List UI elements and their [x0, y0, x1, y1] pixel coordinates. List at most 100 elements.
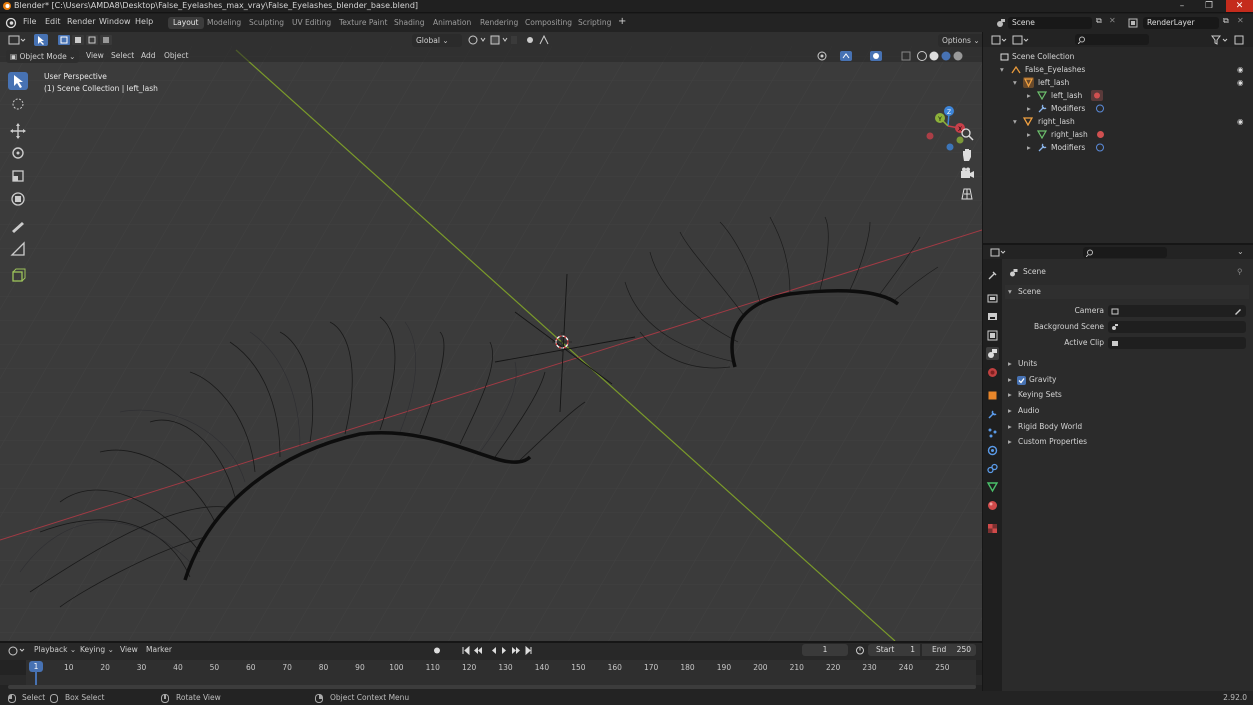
current-frame-field[interactable]: 1 — [802, 644, 848, 656]
tool-rotate[interactable] — [8, 144, 28, 162]
visibility-eye-icon[interactable]: ◉ — [1237, 115, 1244, 128]
stopwatch-icon[interactable] — [855, 645, 865, 655]
outliner-row-right-modifiers[interactable]: ▸ Modifiers — [983, 141, 1253, 154]
tab-sculpting[interactable]: Sculpting — [244, 17, 289, 29]
audio-panel-header[interactable]: ▸ Audio — [1005, 404, 1249, 418]
gravity-panel-header[interactable]: ▸ Gravity — [1005, 373, 1249, 387]
close-button[interactable]: ✕ — [1226, 0, 1253, 12]
snapping-proportional-icons[interactable] — [467, 35, 557, 45]
outliner-search-input[interactable] — [1075, 34, 1149, 45]
viewport-menu-view[interactable]: View — [86, 49, 104, 63]
tool-select-box[interactable] — [8, 72, 28, 90]
tab-animation[interactable]: Animation — [428, 17, 476, 29]
properties-search-input[interactable] — [1083, 247, 1167, 258]
physics-tab-icon[interactable] — [986, 444, 999, 457]
editor-type-icon[interactable] — [8, 35, 26, 45]
tool-measure[interactable] — [8, 240, 28, 258]
data-tab-icon[interactable] — [986, 481, 999, 494]
menu-render[interactable]: Render — [67, 17, 95, 26]
camera-field[interactable] — [1108, 305, 1246, 317]
viewport-menu-select[interactable]: Select — [111, 49, 134, 63]
tab-modeling[interactable]: Modeling — [202, 17, 246, 29]
minimize-button[interactable]: – — [1172, 0, 1192, 12]
scene-panel-header[interactable]: ▾ Scene — [1005, 285, 1249, 299]
perspective-grid-icon[interactable] — [959, 186, 975, 202]
playback-controls[interactable] — [430, 645, 540, 656]
tool-tab-icon[interactable] — [986, 269, 999, 282]
menu-help[interactable]: Help — [135, 17, 153, 26]
world-tab-icon[interactable] — [986, 366, 999, 379]
end-frame-field[interactable]: End 250 — [922, 644, 976, 656]
filter-icon[interactable] — [1211, 35, 1245, 45]
properties-options-arrow-icon[interactable]: ⌄ — [1237, 247, 1244, 256]
3d-viewport[interactable]: Z Y X Global ⌄ Options ⌄ ▣ Object Mode ⌄… — [0, 32, 982, 641]
modifier-tab-icon[interactable] — [986, 408, 999, 421]
pan-hand-icon[interactable] — [959, 146, 975, 162]
start-frame-field[interactable]: Start 1 — [868, 644, 920, 656]
outliner-row-right-lash-mesh[interactable]: ▸ right_lash — [983, 128, 1253, 141]
orientation-dropdown[interactable]: Global ⌄ — [412, 34, 462, 47]
keying-sets-panel-header[interactable]: ▸ Keying Sets — [1005, 388, 1249, 402]
playhead-frame-label[interactable]: 1 — [29, 661, 43, 672]
tab-texture-paint[interactable]: Texture Paint — [334, 17, 392, 29]
viewport-shading-controls[interactable] — [816, 50, 976, 62]
timeline-editor-icon[interactable] — [8, 646, 26, 656]
tool-add-cube[interactable] — [8, 266, 28, 284]
object-tab-icon[interactable] — [986, 389, 999, 402]
custom-properties-panel-header[interactable]: ▸ Custom Properties — [1005, 435, 1249, 449]
properties-editor-icon[interactable] — [990, 248, 1008, 257]
constraints-tab-icon[interactable] — [986, 462, 999, 475]
outliner-row-right-lash[interactable]: ▾ right_lash ◉ — [983, 115, 1253, 128]
maximize-button[interactable]: ❐ — [1199, 0, 1219, 12]
timeline-menu-view[interactable]: View — [120, 643, 138, 657]
tool-move[interactable] — [8, 122, 28, 140]
visibility-eye-icon[interactable]: ◉ — [1237, 63, 1244, 76]
visibility-eye-icon[interactable]: ◉ — [1237, 76, 1244, 89]
timeline-scrollbar[interactable] — [8, 685, 976, 689]
delete-scene-button[interactable]: ✕ — [1109, 16, 1116, 25]
tool-transform[interactable] — [8, 190, 28, 208]
expand-arrow-icon[interactable]: ▸ — [1027, 141, 1031, 154]
viewport-canvas[interactable]: Z Y X — [0, 32, 982, 641]
new-view-layer-button[interactable]: ⧉ — [1223, 16, 1229, 26]
tab-shading[interactable]: Shading — [389, 17, 429, 29]
mode-dropdown[interactable]: ▣ Object Mode ⌄ — [6, 50, 80, 63]
units-panel-header[interactable]: ▸ Units — [1005, 357, 1249, 371]
expand-arrow-icon[interactable]: ▸ — [1027, 128, 1031, 141]
add-workspace-button[interactable]: + — [618, 16, 626, 27]
viewport-menu-add[interactable]: Add — [141, 49, 156, 63]
outliner-row-left-lash[interactable]: ▾ left_lash ◉ — [983, 76, 1253, 89]
particles-tab-icon[interactable] — [986, 426, 999, 439]
zoom-icon[interactable] — [959, 126, 975, 142]
view-layer-tab-icon[interactable] — [986, 329, 999, 342]
output-tab-icon[interactable] — [986, 310, 999, 323]
background-scene-field[interactable] — [1108, 321, 1246, 333]
tab-rendering[interactable]: Rendering — [475, 17, 523, 29]
camera-view-icon[interactable] — [959, 166, 975, 182]
tab-compositing[interactable]: Compositing — [520, 17, 577, 29]
tab-layout[interactable]: Layout — [168, 17, 204, 29]
material-tab-icon[interactable] — [986, 499, 999, 512]
outliner-row-left-lash-mesh[interactable]: ▸ left_lash — [983, 89, 1253, 102]
expand-arrow-icon[interactable]: ▾ — [1013, 115, 1017, 128]
menu-window[interactable]: Window — [99, 17, 131, 26]
texture-tab-icon[interactable] — [986, 522, 999, 535]
menu-file[interactable]: File — [23, 17, 36, 26]
tool-annotate[interactable] — [8, 217, 28, 235]
timeline-menu-keying[interactable]: Keying ⌄ — [80, 643, 114, 657]
expand-arrow-icon[interactable]: ▾ — [1013, 76, 1017, 89]
expand-arrow-icon[interactable]: ▸ — [1027, 102, 1031, 115]
timeline-menu-marker[interactable]: Marker — [146, 643, 172, 657]
gravity-checkbox[interactable] — [1017, 376, 1026, 385]
tab-uv-editing[interactable]: UV Editing — [287, 17, 336, 29]
viewport-menu-object[interactable]: Object — [164, 49, 188, 63]
delete-view-layer-button[interactable]: ✕ — [1237, 16, 1244, 25]
outliner-row-scene-collection[interactable]: Scene Collection — [983, 50, 1253, 63]
blender-menu-icon[interactable] — [5, 17, 17, 29]
scene-tab-icon[interactable] — [986, 347, 999, 360]
eyedropper-icon[interactable] — [1234, 307, 1242, 315]
expand-arrow-icon[interactable]: ▾ — [1000, 63, 1004, 76]
outliner-row-left-modifiers[interactable]: ▸ Modifiers — [983, 102, 1253, 115]
select-mode-icons[interactable] — [58, 35, 120, 45]
active-clip-field[interactable] — [1108, 337, 1246, 349]
